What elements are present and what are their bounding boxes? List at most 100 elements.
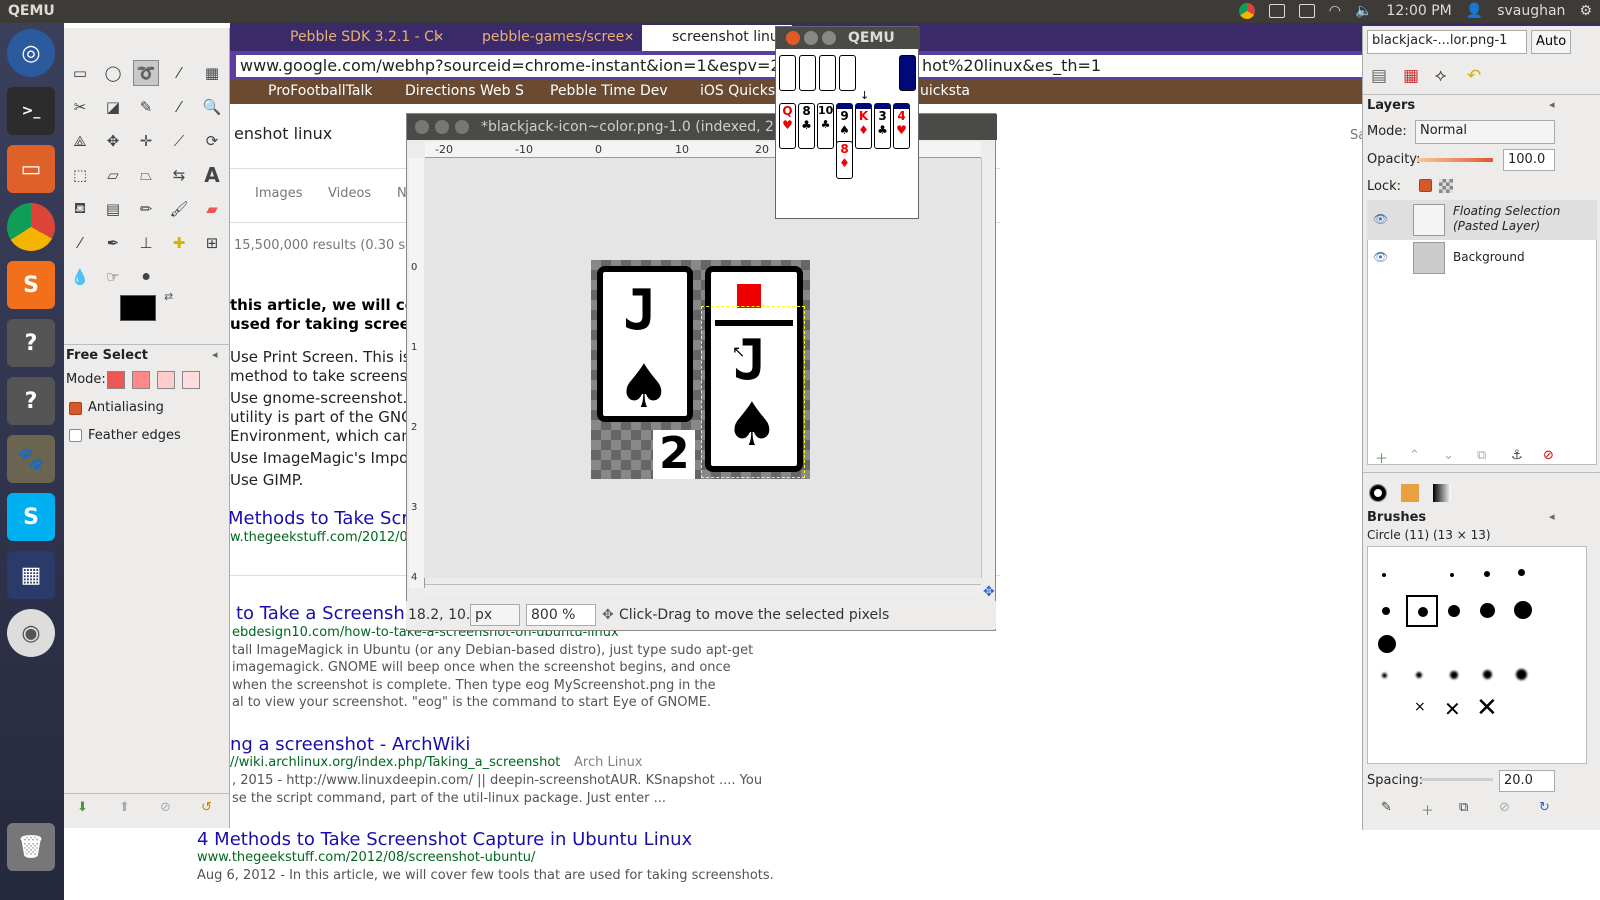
channels-tab-icon[interactable]: ▦ <box>1403 66 1419 86</box>
minimize-window-icon[interactable] <box>435 120 449 134</box>
mode-intersect-icon[interactable] <box>182 371 200 389</box>
foreground-select-icon[interactable]: ◪ <box>100 94 126 120</box>
align-icon[interactable]: ✛ <box>133 128 159 154</box>
vertical-ruler[interactable]: 0 1 2 3 4 <box>409 158 425 588</box>
bucket-fill-icon[interactable]: ⛾ <box>67 196 93 222</box>
brush-item[interactable] <box>1382 607 1390 615</box>
brush-item[interactable] <box>1382 673 1387 678</box>
image-canvas[interactable]: J ♠ 2 J ♠ <box>591 260 810 479</box>
tableau-card[interactable]: 8 ♣ <box>798 103 815 149</box>
text-tool-icon[interactable]: A <box>199 162 225 188</box>
swap-colors-icon[interactable]: ⇄ <box>164 290 173 303</box>
unknown-app-icon[interactable]: ? <box>7 319 55 367</box>
search-tab-videos[interactable]: Videos <box>328 186 371 201</box>
configure-icon[interactable]: ◂ <box>212 348 218 361</box>
result-title[interactable]: to Take a Screenshot <box>236 603 423 624</box>
image-selector[interactable]: blackjack-...lor.png-1 <box>1367 30 1527 54</box>
brush-item[interactable] <box>1416 672 1422 678</box>
tab-screenshot-linux[interactable]: screenshot linux <box>642 25 792 51</box>
feather-edges-checkbox[interactable] <box>69 429 82 442</box>
opacity-slider[interactable] <box>1417 158 1493 162</box>
airbrush-icon[interactable]: ⁄ <box>67 230 93 256</box>
brush-item[interactable] <box>1450 671 1458 679</box>
duplicate-layer-icon[interactable]: ⧉ <box>1477 448 1486 463</box>
spacing-slider[interactable] <box>1421 778 1493 781</box>
mail-icon[interactable] <box>1268 4 1285 18</box>
rect-select-icon[interactable]: ▭ <box>67 60 93 86</box>
blend-mode-select[interactable]: Normal <box>1415 120 1555 144</box>
smudge-icon[interactable]: ☞ <box>100 264 126 290</box>
anchor-layer-icon[interactable]: ⚓ <box>1511 448 1523 463</box>
maximize-window-icon[interactable] <box>822 31 836 45</box>
result-title[interactable]: Methods to Take Scree <box>228 508 431 529</box>
delete-brush-icon[interactable]: ⊘ <box>1499 800 1510 815</box>
tab-pebble-games[interactable]: pebble-games/scree ✕ <box>452 25 642 51</box>
crop-icon[interactable]: ⟋ <box>166 128 192 154</box>
skype-icon[interactable]: S <box>7 493 55 541</box>
perspective-clone-icon[interactable]: ⊞ <box>199 230 225 256</box>
volume-icon[interactable]: 🔈 <box>1355 3 1372 19</box>
new-layer-icon[interactable]: ＋ <box>1375 448 1388 467</box>
tableau-card[interactable]: 10 ♣ <box>817 103 834 149</box>
undo-history-icon[interactable]: ↶ <box>1467 66 1481 86</box>
wifi-icon[interactable]: ◠ <box>1329 3 1341 19</box>
opacity-field[interactable]: 100.0 <box>1503 149 1555 171</box>
unit-select[interactable]: px <box>470 604 520 626</box>
mode-add-icon[interactable] <box>132 371 150 389</box>
move-icon[interactable]: ✥ <box>100 128 126 154</box>
restore-options-icon[interactable]: ⬆ <box>119 800 130 815</box>
tableau-card[interactable]: 8 ♦ <box>836 141 853 179</box>
brush-item[interactable] <box>1518 569 1525 576</box>
horizontal-scrollbar[interactable] <box>425 584 981 596</box>
navigate-icon[interactable]: ✥ <box>983 584 995 600</box>
clone-icon[interactable]: ⊥ <box>133 230 159 256</box>
eye-icon[interactable]: 👁 <box>1373 212 1388 226</box>
layers-tab-icon[interactable]: ▤ <box>1371 66 1387 86</box>
close-window-icon[interactable] <box>786 31 800 45</box>
gradients-tab-icon[interactable] <box>1433 484 1451 502</box>
tableau-card[interactable]: 4 ♥ <box>893 103 910 149</box>
blend-icon[interactable]: ▤ <box>100 196 126 222</box>
deck-pile[interactable] <box>899 55 916 91</box>
ink-icon[interactable]: ✒ <box>100 230 126 256</box>
delete-layer-icon[interactable]: ⊘ <box>1543 448 1554 463</box>
brushes-tab-icon[interactable] <box>1369 484 1387 502</box>
perspective-icon[interactable]: ⏢ <box>133 162 159 188</box>
free-select-icon[interactable]: ➰ <box>133 60 159 86</box>
foundation-slot[interactable] <box>839 55 856 91</box>
files-icon[interactable]: ▭ <box>7 145 55 193</box>
bookmark-quicksta[interactable]: uicksta <box>920 83 970 99</box>
duplicate-brush-icon[interactable]: ⧉ <box>1459 800 1468 815</box>
dvd-icon[interactable]: ◉ <box>7 609 55 657</box>
raise-layer-icon[interactable]: ⌃ <box>1409 448 1420 463</box>
fuzzy-select-icon[interactable]: ⁄ <box>166 60 192 86</box>
save-options-icon[interactable]: ⬇ <box>77 800 88 815</box>
antialiasing-checkbox[interactable] <box>69 402 82 415</box>
brush-item[interactable] <box>1483 670 1492 679</box>
brush-item[interactable]: ✕ <box>1476 693 1498 723</box>
foundation-slot[interactable] <box>779 55 796 91</box>
color-select-icon[interactable]: ▦ <box>199 60 225 86</box>
search-input[interactable]: enshot linux <box>234 124 332 143</box>
reset-options-icon[interactable]: ↺ <box>201 800 212 815</box>
trash-icon[interactable]: 🗑 <box>7 823 55 871</box>
close-window-icon[interactable] <box>415 120 429 134</box>
configure-icon[interactable]: ◂ <box>1549 510 1555 523</box>
patterns-tab-icon[interactable] <box>1401 484 1419 502</box>
brush-item[interactable] <box>1450 573 1454 577</box>
lock-alpha-icon[interactable] <box>1439 179 1453 193</box>
mode-subtract-icon[interactable] <box>157 371 175 389</box>
clock[interactable]: 12:00 PM <box>1386 3 1451 19</box>
foreground-color[interactable] <box>120 295 156 321</box>
eye-icon[interactable]: 👁 <box>1373 250 1388 264</box>
brush-item[interactable] <box>1448 605 1460 617</box>
blur-icon[interactable]: 💧 <box>67 264 93 290</box>
close-tab-icon[interactable]: ✕ <box>434 30 444 44</box>
edit-brush-icon[interactable]: ✎ <box>1381 800 1392 815</box>
vertical-scrollbar[interactable] <box>981 158 995 578</box>
auto-button[interactable]: Auto <box>1531 30 1571 54</box>
brushes-grid[interactable]: × ✕ ✕ <box>1367 546 1587 764</box>
refresh-brushes-icon[interactable]: ↻ <box>1539 800 1550 815</box>
ellipse-select-icon[interactable]: ◯ <box>100 60 126 86</box>
chrome-icon[interactable] <box>7 203 55 251</box>
